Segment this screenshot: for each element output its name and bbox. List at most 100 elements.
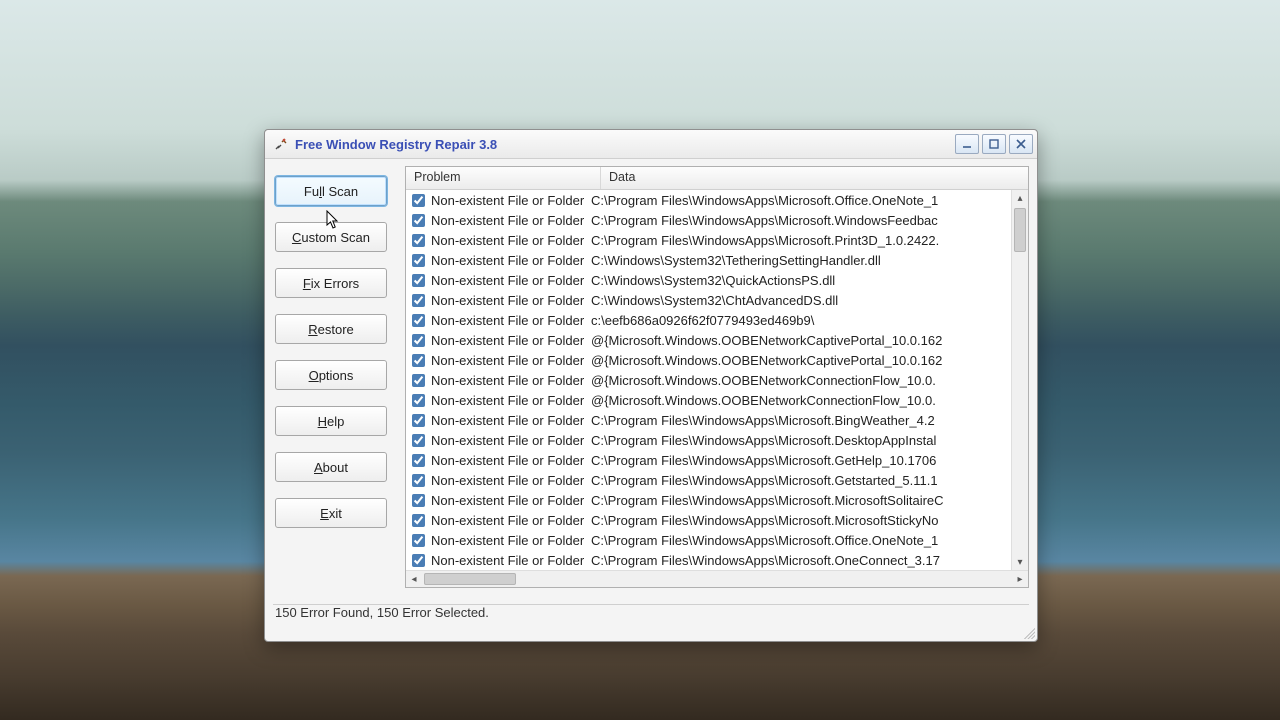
row-checkbox[interactable]: [412, 274, 425, 287]
problem-cell: Non-existent File or Folder: [431, 233, 591, 248]
scroll-up-arrow-icon[interactable]: ▴: [1012, 190, 1028, 206]
sidebar: Full Scan Custom Scan Fix Errors Restore…: [273, 166, 387, 588]
row-checkbox[interactable]: [412, 194, 425, 207]
row-checkbox[interactable]: [412, 534, 425, 547]
close-button[interactable]: [1009, 134, 1033, 154]
row-checkbox[interactable]: [412, 254, 425, 267]
row-checkbox[interactable]: [412, 214, 425, 227]
scroll-right-arrow-icon[interactable]: ▸: [1012, 571, 1028, 587]
problem-cell: Non-existent File or Folder: [431, 293, 591, 308]
data-cell: C:\Program Files\WindowsApps\Microsoft.M…: [591, 513, 1011, 528]
window-title: Free Window Registry Repair 3.8: [295, 137, 497, 152]
problem-cell: Non-existent File or Folder: [431, 533, 591, 548]
row-checkbox[interactable]: [412, 494, 425, 507]
label-part: ustom Scan: [301, 230, 370, 245]
maximize-button[interactable]: [982, 134, 1006, 154]
row-checkbox[interactable]: [412, 354, 425, 367]
table-row[interactable]: Non-existent File or FolderC:\Program Fi…: [406, 190, 1011, 210]
table-row[interactable]: Non-existent File or Folder@{Microsoft.W…: [406, 350, 1011, 370]
data-cell: C:\Program Files\WindowsApps\Microsoft.D…: [591, 433, 1011, 448]
data-cell: C:\Program Files\WindowsApps\Microsoft.M…: [591, 493, 1011, 508]
row-checkbox[interactable]: [412, 334, 425, 347]
minimize-button[interactable]: [955, 134, 979, 154]
status-bar: 150 Error Found, 150 Error Selected.: [273, 604, 1029, 620]
scroll-down-arrow-icon[interactable]: ▾: [1012, 554, 1028, 570]
vertical-scroll-thumb[interactable]: [1014, 208, 1026, 252]
scroll-left-arrow-icon[interactable]: ◂: [406, 571, 422, 587]
custom-scan-button[interactable]: Custom Scan: [275, 222, 387, 252]
horizontal-scroll-thumb[interactable]: [424, 573, 516, 585]
table-row[interactable]: Non-existent File or Folderc:\eefb686a09…: [406, 310, 1011, 330]
row-checkbox[interactable]: [412, 514, 425, 527]
full-scan-button[interactable]: Full Scan: [275, 176, 387, 206]
table-row[interactable]: Non-existent File or FolderC:\Windows\Sy…: [406, 290, 1011, 310]
resize-grip[interactable]: [1021, 625, 1035, 639]
status-text: 150 Error Found, 150 Error Selected.: [275, 605, 489, 620]
data-cell: @{Microsoft.Windows.OOBENetworkConnectio…: [591, 393, 1011, 408]
row-checkbox[interactable]: [412, 394, 425, 407]
column-header-problem[interactable]: Problem: [406, 167, 601, 189]
data-cell: C:\Windows\System32\ChtAdvancedDS.dll: [591, 293, 1011, 308]
help-button[interactable]: Help: [275, 406, 387, 436]
label-part: ptions: [319, 368, 354, 383]
table-row[interactable]: Non-existent File or FolderC:\Program Fi…: [406, 450, 1011, 470]
row-checkbox[interactable]: [412, 294, 425, 307]
row-checkbox[interactable]: [412, 234, 425, 247]
app-icon: [273, 136, 289, 152]
label-part: elp: [327, 414, 344, 429]
data-cell: @{Microsoft.Windows.OOBENetworkCaptivePo…: [591, 333, 1011, 348]
data-cell: C:\Program Files\WindowsApps\Microsoft.B…: [591, 413, 1011, 428]
vertical-scrollbar[interactable]: ▴ ▾: [1011, 190, 1028, 570]
row-checkbox[interactable]: [412, 414, 425, 427]
table-row[interactable]: Non-existent File or FolderC:\Program Fi…: [406, 470, 1011, 490]
label-underline: C: [292, 230, 301, 245]
data-cell: C:\Program Files\WindowsApps\Microsoft.P…: [591, 233, 1011, 248]
table-row[interactable]: Non-existent File or FolderC:\Windows\Sy…: [406, 270, 1011, 290]
table-row[interactable]: Non-existent File or FolderC:\Program Fi…: [406, 230, 1011, 250]
table-row[interactable]: Non-existent File or FolderC:\Program Fi…: [406, 530, 1011, 550]
row-checkbox[interactable]: [412, 374, 425, 387]
problem-cell: Non-existent File or Folder: [431, 313, 591, 328]
problem-cell: Non-existent File or Folder: [431, 273, 591, 288]
row-checkbox[interactable]: [412, 554, 425, 567]
list-body: Non-existent File or FolderC:\Program Fi…: [406, 190, 1028, 570]
options-button[interactable]: Options: [275, 360, 387, 390]
data-cell: @{Microsoft.Windows.OOBENetworkConnectio…: [591, 373, 1011, 388]
table-row[interactable]: Non-existent File or Folder@{Microsoft.W…: [406, 370, 1011, 390]
row-checkbox[interactable]: [412, 474, 425, 487]
work-area: Full Scan Custom Scan Fix Errors Restore…: [273, 166, 1029, 588]
label-part: Fu: [304, 184, 319, 199]
label-part: estore: [318, 322, 354, 337]
horizontal-scrollbar[interactable]: ◂ ▸: [406, 570, 1028, 587]
problem-cell: Non-existent File or Folder: [431, 553, 591, 568]
table-row[interactable]: Non-existent File or FolderC:\Program Fi…: [406, 210, 1011, 230]
about-button[interactable]: About: [275, 452, 387, 482]
column-header-data[interactable]: Data: [601, 167, 1028, 189]
row-checkbox[interactable]: [412, 314, 425, 327]
label-underline: E: [320, 506, 329, 521]
label-part: xit: [329, 506, 342, 521]
exit-button[interactable]: Exit: [275, 498, 387, 528]
row-checkbox[interactable]: [412, 454, 425, 467]
table-row[interactable]: Non-existent File or FolderC:\Program Fi…: [406, 430, 1011, 450]
table-row[interactable]: Non-existent File or FolderC:\Program Fi…: [406, 550, 1011, 570]
data-cell: C:\Program Files\WindowsApps\Microsoft.G…: [591, 453, 1011, 468]
table-row[interactable]: Non-existent File or FolderC:\Program Fi…: [406, 490, 1011, 510]
restore-button[interactable]: Restore: [275, 314, 387, 344]
table-row[interactable]: Non-existent File or FolderC:\Program Fi…: [406, 410, 1011, 430]
table-row[interactable]: Non-existent File or FolderC:\Program Fi…: [406, 510, 1011, 530]
title-bar[interactable]: Free Window Registry Repair 3.8: [265, 130, 1037, 159]
problem-cell: Non-existent File or Folder: [431, 333, 591, 348]
label-underline: F: [303, 276, 311, 291]
fix-errors-button[interactable]: Fix Errors: [275, 268, 387, 298]
table-row[interactable]: Non-existent File or Folder@{Microsoft.W…: [406, 390, 1011, 410]
data-cell: C:\Windows\System32\QuickActionsPS.dll: [591, 273, 1011, 288]
desktop-background: Free Window Registry Repair 3.8 Full Sca…: [0, 0, 1280, 720]
table-row[interactable]: Non-existent File or FolderC:\Windows\Sy…: [406, 250, 1011, 270]
label-underline: O: [309, 368, 319, 383]
problem-cell: Non-existent File or Folder: [431, 373, 591, 388]
label-underline: H: [318, 414, 327, 429]
row-checkbox[interactable]: [412, 434, 425, 447]
table-row[interactable]: Non-existent File or Folder@{Microsoft.W…: [406, 330, 1011, 350]
data-cell: C:\Program Files\WindowsApps\Microsoft.O…: [591, 533, 1011, 548]
